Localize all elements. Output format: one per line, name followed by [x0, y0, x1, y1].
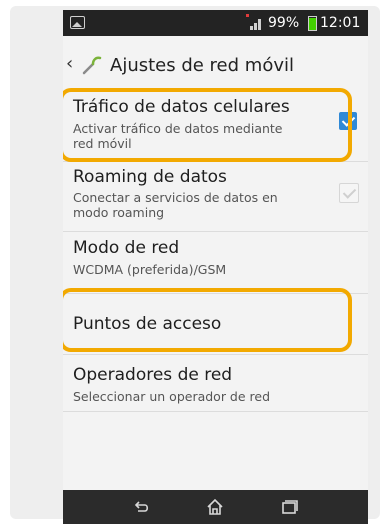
- clock: 12:01: [320, 15, 361, 31]
- setting-subtitle: WCDMA (preferida)/GSM: [73, 262, 227, 277]
- setting-title: Roaming de datos: [73, 167, 227, 187]
- status-bar: 99% 12:01: [63, 10, 368, 36]
- wrench-icon: [82, 56, 102, 75]
- data-roaming-checkbox[interactable]: [339, 183, 359, 203]
- signal-icon: [246, 14, 262, 30]
- setting-subtitle: Conectar a servicios de datos en modo ro…: [73, 190, 278, 220]
- setting-cellular-data[interactable]: Tráfico de datos celulares Activar tráfi…: [63, 91, 368, 161]
- battery-level: 99%: [268, 15, 300, 31]
- setting-access-points[interactable]: Puntos de acceso: [63, 294, 368, 354]
- back-chevron-icon[interactable]: ‹: [66, 53, 73, 74]
- battery-icon: [308, 16, 317, 31]
- setting-title: Modo de red: [73, 238, 180, 258]
- image-icon: [70, 16, 85, 29]
- setting-network-mode[interactable]: Modo de red WCDMA (preferida)/GSM: [63, 232, 368, 293]
- divider: [63, 411, 368, 412]
- setting-subtitle: Seleccionar un operador de red: [73, 389, 271, 404]
- back-icon[interactable]: [130, 496, 152, 518]
- setting-subtitle: Activar tráfico de datos mediante red mó…: [73, 121, 283, 151]
- phone-screen: 99% 12:01 ‹ Ajustes de red móvil Tráfico…: [63, 10, 368, 524]
- setting-title: Operadores de red: [73, 365, 233, 385]
- recents-icon[interactable]: [278, 496, 300, 518]
- setting-data-roaming[interactable]: Roaming de datos Conectar a servicios de…: [63, 162, 368, 231]
- home-icon[interactable]: [204, 496, 226, 518]
- page-title: Ajustes de red móvil: [110, 55, 294, 76]
- action-bar: ‹ Ajustes de red móvil: [63, 36, 368, 91]
- setting-title: Tráfico de datos celulares: [73, 97, 290, 117]
- navigation-bar: [63, 490, 368, 524]
- cellular-data-checkbox[interactable]: [339, 112, 357, 130]
- setting-network-operators[interactable]: Operadores de red Seleccionar un operado…: [63, 355, 368, 411]
- setting-title: Puntos de acceso: [73, 314, 222, 334]
